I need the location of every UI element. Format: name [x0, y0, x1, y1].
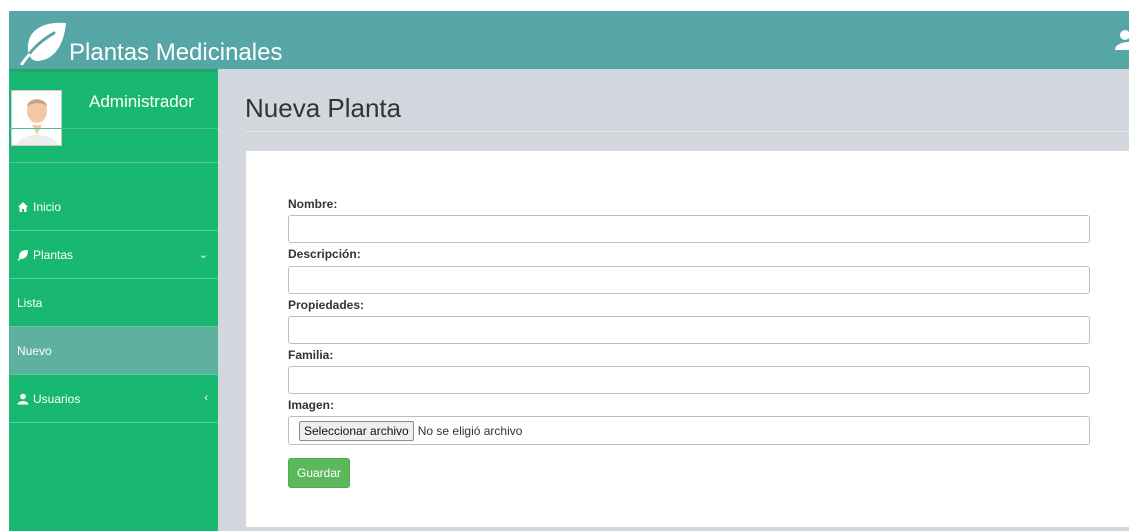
sidebar: Administrador Inicio Plantas ⌄ Lista Nue…	[9, 69, 218, 531]
chevron-down-icon[interactable]: ⌄	[199, 248, 208, 261]
sidebar-item-nuevo[interactable]: Nuevo	[9, 327, 218, 375]
familia-label: Familia:	[288, 348, 334, 362]
avatar	[11, 90, 62, 146]
leaf-icon[interactable]	[20, 21, 70, 65]
file-status: No se eligió archivo	[417, 423, 523, 438]
avatar-icon	[12, 91, 61, 145]
divider	[245, 131, 1129, 132]
form-panel: Nombre: Descripción: Propiedades: Famili…	[245, 150, 1129, 528]
leaf-icon	[17, 249, 28, 261]
descripcion-label: Descripción:	[288, 247, 361, 261]
sidebar-item-label: Inicio	[33, 199, 62, 214]
sidebar-item-label: Plantas	[33, 247, 74, 262]
sidebar-item-plantas[interactable]: Plantas ⌄	[9, 231, 218, 279]
sidebar-item-label: Nuevo	[17, 343, 52, 358]
brand-title[interactable]: Plantas Medicinales	[69, 40, 282, 66]
sidebar-menu: Inicio Plantas ⌄ Lista Nuevo Usuarios ‹	[9, 183, 218, 423]
chevron-left-icon[interactable]: ‹	[204, 392, 208, 404]
save-button[interactable]: Guardar	[288, 458, 351, 488]
sidebar-item-inicio[interactable]: Inicio	[9, 183, 218, 231]
descripcion-input[interactable]	[288, 266, 1090, 294]
app-window: Plantas Medicinales Administrador Inicio…	[0, 0, 1129, 531]
familia-input[interactable]	[288, 366, 1090, 394]
main-content: Nueva Planta Nombre: Descripción: Propie…	[218, 69, 1129, 531]
nombre-input[interactable]	[288, 215, 1090, 243]
sidebar-item-usuarios[interactable]: Usuarios ‹	[9, 375, 218, 423]
profile-name: Administrador	[89, 92, 194, 111]
user-profile-panel: Administrador	[9, 72, 218, 163]
user-icon	[17, 393, 29, 404]
profile-divider	[9, 128, 218, 129]
propiedades-label: Propiedades:	[288, 298, 365, 312]
home-icon	[18, 201, 28, 212]
nombre-label: Nombre:	[288, 197, 338, 211]
user-icon[interactable]	[1115, 29, 1129, 51]
image-file-input[interactable]: Seleccionar archivo No se eligió archivo	[288, 416, 1090, 445]
sidebar-item-label: Lista	[17, 295, 43, 310]
page-title: Nueva Planta	[245, 93, 402, 123]
select-file-button[interactable]: Seleccionar archivo	[299, 420, 414, 441]
propiedades-input[interactable]	[288, 316, 1090, 344]
top-navbar: Plantas Medicinales	[9, 11, 1129, 69]
sidebar-item-lista[interactable]: Lista	[9, 279, 218, 327]
imagen-label: Imagen:	[288, 398, 335, 412]
sidebar-item-label: Usuarios	[33, 391, 81, 406]
